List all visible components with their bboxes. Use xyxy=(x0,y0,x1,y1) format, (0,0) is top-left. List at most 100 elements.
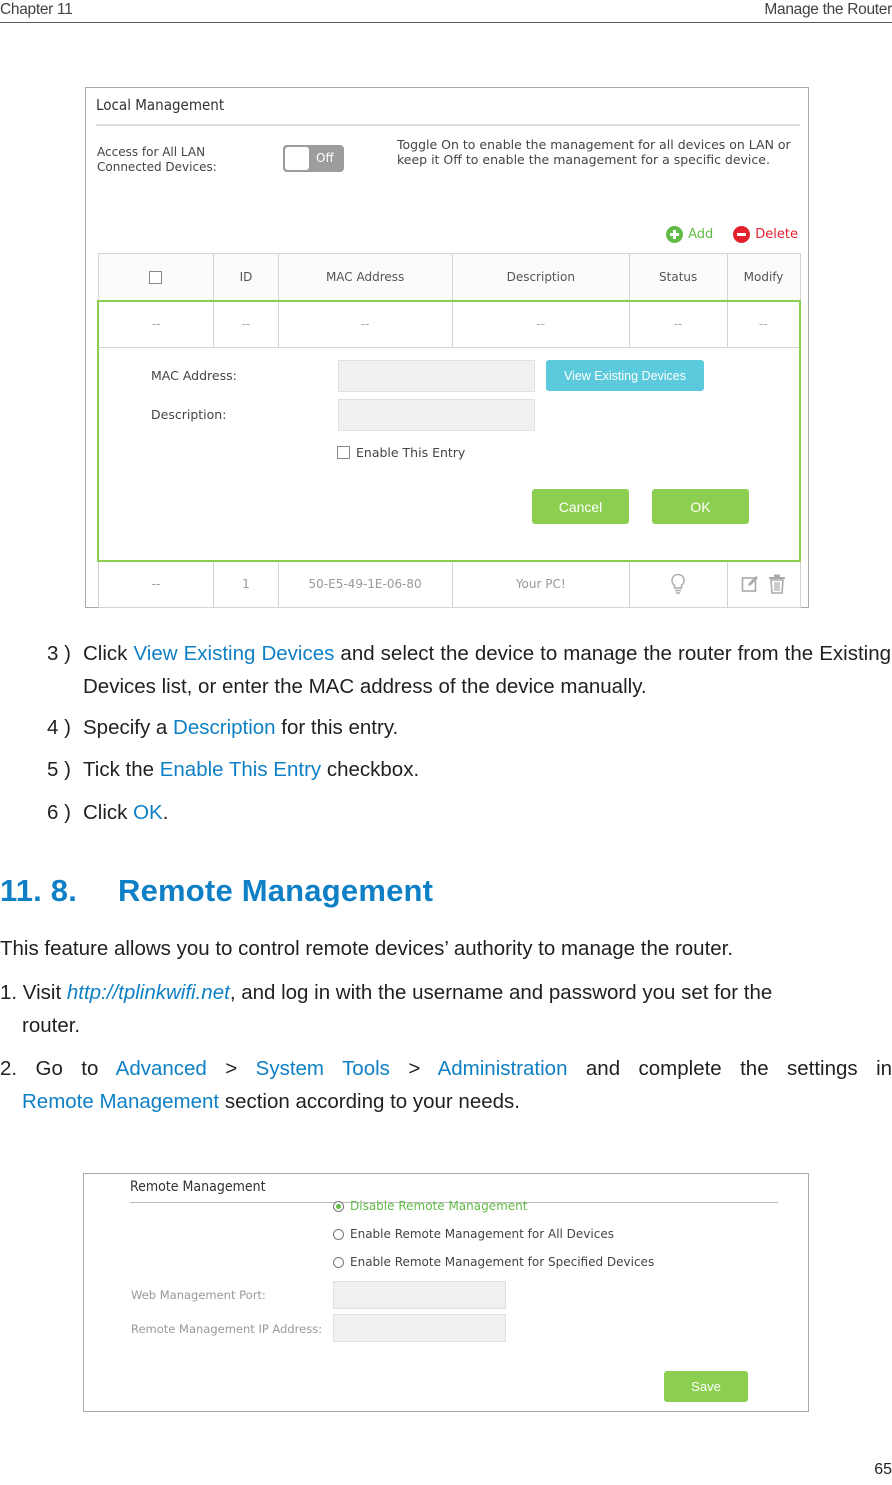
toggle-state: Off xyxy=(316,151,334,165)
section-number: 11. 8. xyxy=(0,873,78,908)
cell: -- xyxy=(213,299,279,348)
page-number: 65 xyxy=(874,1461,892,1478)
remote-ip-label: Remote Management IP Address: xyxy=(131,1322,323,1336)
add-label: Add xyxy=(688,227,714,242)
cell: -- xyxy=(726,299,801,348)
mac-address-label: MAC Address: xyxy=(151,368,237,383)
section-label: Manage the Router xyxy=(764,1,892,18)
cell: -- xyxy=(97,299,215,348)
edit-form-row: MAC Address: View Existing Devices Descr… xyxy=(97,347,801,562)
text: , and log in with the username and passw… xyxy=(229,981,773,1004)
ui-ref-enable-entry: Enable This Entry xyxy=(159,758,322,781)
step-text: Click View Existing Devices and select t… xyxy=(83,637,891,703)
step-number: 4 ) xyxy=(47,716,71,739)
text: Specify a xyxy=(83,716,174,739)
trash-icon[interactable] xyxy=(768,574,786,595)
instruction-2-line2: Remote Management section according to y… xyxy=(0,1085,892,1118)
row-status xyxy=(628,560,728,608)
radio-label: Enable Remote Management for All Devices xyxy=(350,1227,614,1241)
nav-advanced: Advanced xyxy=(115,1057,207,1080)
remote-management-panel: Remote Management Disable Remote Managem… xyxy=(83,1173,809,1412)
delete-button[interactable]: Delete xyxy=(733,226,798,243)
remote-ip-input[interactable] xyxy=(333,1314,506,1342)
panel-title: Remote Management xyxy=(130,1179,266,1195)
ui-ref-ok: OK xyxy=(133,801,163,824)
row-description: Your PC! xyxy=(451,560,630,608)
text: section according to your needs. xyxy=(219,1090,520,1113)
radio-enable-all[interactable]: Enable Remote Management for All Devices xyxy=(333,1227,614,1241)
description-input[interactable] xyxy=(338,399,535,431)
ok-button[interactable]: OK xyxy=(652,489,749,524)
description-label: Description: xyxy=(151,407,227,422)
text: 2. Go to xyxy=(0,1057,116,1080)
radio-icon[interactable] xyxy=(333,1228,344,1240)
text: for this entry. xyxy=(275,716,399,739)
text: 1. Visit xyxy=(0,981,67,1004)
instruction-2-line1: 2. Go to Advanced > System Tools > Admin… xyxy=(0,1052,892,1085)
ui-ref-view-existing-devices: View Existing Devices xyxy=(133,642,335,665)
radio-selected-icon[interactable] xyxy=(333,1200,344,1212)
section-heading: 11. 8. Remote Management xyxy=(0,873,433,909)
step-number: 3 ) xyxy=(47,642,71,665)
table-row: -- 1 50-E5-49-1E-06-80 Your PC! xyxy=(97,560,801,608)
radio-label: Disable Remote Management xyxy=(350,1199,528,1213)
text: . xyxy=(162,801,169,824)
instruction-1: 1. Visit http://tplinkwifi.net, and log … xyxy=(0,976,892,1042)
radio-enable-specified[interactable]: Enable Remote Management for Specified D… xyxy=(333,1255,654,1269)
row-mac: 50-E5-49-1E-06-80 xyxy=(277,560,453,608)
mac-address-input[interactable] xyxy=(338,360,535,392)
step-number: 5 ) xyxy=(47,758,71,781)
edit-form: MAC Address: View Existing Devices Descr… xyxy=(97,347,801,562)
toggle-knob xyxy=(285,147,309,170)
col-id: ID xyxy=(213,253,279,301)
step-text: Click OK. xyxy=(83,796,891,829)
table-header-row: ID MAC Address Description Status Modify xyxy=(97,253,801,301)
nav-administration: Administration xyxy=(437,1057,568,1080)
view-existing-devices-button[interactable]: View Existing Devices xyxy=(546,360,704,391)
text: router. xyxy=(22,1014,81,1037)
select-all-checkbox[interactable] xyxy=(149,270,163,284)
delete-label: Delete xyxy=(755,227,798,242)
nav-system-tools: System Tools xyxy=(255,1057,390,1080)
access-label: Access for All LAN Connected Devices: xyxy=(97,145,217,174)
radio-label: Enable Remote Management for Specified D… xyxy=(350,1255,655,1269)
ui-ref-description: Description xyxy=(173,716,276,739)
step-3: 3 ) Click View Existing Devices and sele… xyxy=(47,637,892,703)
cancel-button[interactable]: Cancel xyxy=(532,489,629,524)
placeholder-row: -- -- -- -- -- -- xyxy=(97,299,801,348)
tplinkwifi-link[interactable]: http://tplinkwifi.net xyxy=(67,981,230,1004)
radio-disable-remote[interactable]: Disable Remote Management xyxy=(333,1199,528,1213)
text: Tick the xyxy=(83,758,160,781)
access-toggle[interactable]: Off xyxy=(283,145,344,172)
web-port-label: Web Management Port: xyxy=(131,1288,266,1302)
step-text: Tick the Enable This Entry checkbox. xyxy=(83,753,891,786)
device-table: ID MAC Address Description Status Modify… xyxy=(97,253,801,608)
minus-circle-icon xyxy=(733,226,751,243)
edit-icon[interactable] xyxy=(741,575,759,593)
chapter-label: Chapter 11 xyxy=(0,1,73,18)
table-actions: Add Delete xyxy=(666,226,798,243)
separator: > xyxy=(408,1057,421,1080)
radio-icon[interactable] xyxy=(333,1256,344,1268)
col-modify: Modify xyxy=(726,253,801,301)
section-intro: This feature allows you to control remot… xyxy=(0,937,734,960)
cell: -- xyxy=(277,299,453,348)
plus-circle-icon xyxy=(666,226,684,243)
step-text: Specify a Description for this entry. xyxy=(83,711,891,744)
save-button[interactable]: Save xyxy=(664,1371,748,1402)
enable-entry-checkbox[interactable] xyxy=(337,446,350,459)
section-title: Remote Management xyxy=(118,873,434,908)
text: and complete the settings in xyxy=(585,1057,892,1080)
text: Click xyxy=(83,801,134,824)
col-description: Description xyxy=(451,253,630,301)
add-button[interactable]: Add xyxy=(666,226,713,243)
web-port-input[interactable] xyxy=(333,1281,506,1309)
enable-entry-row[interactable]: Enable This Entry xyxy=(337,445,465,460)
panel-title: Local Management xyxy=(96,96,225,114)
local-management-panel: Local Management Access for All LAN Conn… xyxy=(85,87,809,608)
cell: -- xyxy=(628,299,728,348)
toggle-help-text: Toggle On to enable the management for a… xyxy=(397,137,791,167)
row-modify xyxy=(726,560,801,608)
text: Click xyxy=(83,642,134,665)
bulb-icon[interactable] xyxy=(670,573,686,595)
